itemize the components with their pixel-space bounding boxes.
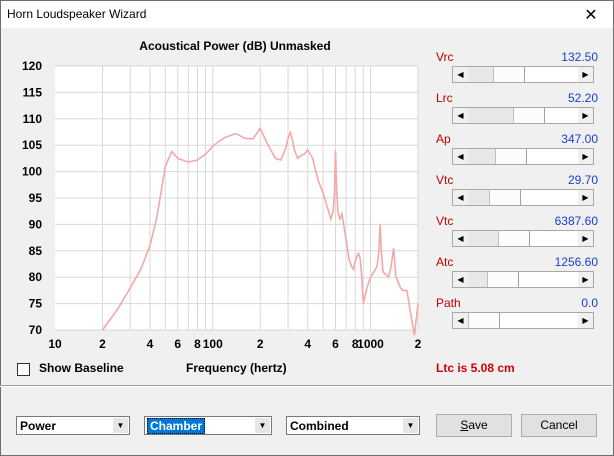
cancel-button[interactable]: Cancel: [521, 414, 597, 437]
slider-thumb[interactable]: [513, 108, 546, 123]
param-value: 52.20: [567, 91, 598, 105]
power-chart: 12011511010510095908580757010 2 4 6 8 100 2 4 6 8…: [22, 59, 422, 351]
slider-track[interactable]: [518, 272, 578, 287]
view-combo[interactable]: Combined ▼: [286, 416, 420, 435]
mode-combo-value: Power: [20, 419, 57, 433]
y-tick-label: 70: [29, 323, 43, 337]
y-tick-label: 80: [29, 270, 43, 284]
param-label: Lrc: [436, 91, 453, 105]
slider-track[interactable]: [521, 190, 578, 205]
close-icon[interactable]: ✕: [569, 1, 613, 28]
param-slider[interactable]: ◀ ▶: [452, 189, 594, 206]
param-value: 6387.60: [554, 214, 598, 228]
slider-thumb[interactable]: [486, 272, 519, 287]
show-baseline-checkbox[interactable]: [17, 363, 30, 376]
param-label: Vtc: [436, 173, 454, 187]
save-button[interactable]: Save: [436, 414, 512, 437]
param-label: Vtc: [436, 214, 454, 228]
param-value: 1256.60: [554, 255, 598, 269]
x-tick-label: 6: [332, 337, 339, 351]
scroll-left-icon[interactable]: ◀: [453, 190, 468, 205]
param-value: 347.00: [561, 132, 598, 146]
y-tick-label: 120: [22, 59, 42, 73]
title-bar: Horn Loudspeaker Wizard ✕: [1, 1, 613, 28]
slider-thumb[interactable]: [492, 67, 525, 82]
scroll-right-icon[interactable]: ▶: [578, 108, 593, 123]
y-tick-label: 115: [23, 85, 43, 99]
dropdown-arrow-icon[interactable]: ▼: [403, 418, 418, 433]
param-slider[interactable]: ◀ ▶: [452, 107, 594, 124]
param-label: Path: [436, 296, 461, 310]
slider-thumb[interactable]: [468, 313, 500, 328]
component-combo-value: Chamber: [147, 418, 206, 434]
scroll-left-icon[interactable]: ◀: [453, 231, 468, 246]
x-tick-label: 2: [257, 337, 264, 351]
param-slider[interactable]: ◀ ▶: [452, 230, 594, 247]
scroll-left-icon[interactable]: ◀: [453, 272, 468, 287]
scroll-right-icon[interactable]: ▶: [578, 190, 593, 205]
scroll-left-icon[interactable]: ◀: [453, 149, 468, 164]
param-label: Vrc: [436, 50, 454, 64]
slider-track[interactable]: [527, 149, 578, 164]
slider-track[interactable]: [500, 313, 578, 328]
param-label: Ap: [436, 132, 451, 146]
param-value: 0.0: [581, 296, 598, 310]
slider-track[interactable]: [529, 231, 578, 246]
x-tick-label: 4: [147, 337, 154, 351]
param-slider[interactable]: ◀ ▶: [452, 271, 594, 288]
scroll-left-icon[interactable]: ◀: [453, 313, 468, 328]
show-baseline-label[interactable]: Show Baseline: [39, 361, 124, 375]
param-slider[interactable]: ◀ ▶: [452, 66, 594, 83]
slider-track[interactable]: [545, 108, 578, 123]
x-tick-label: 8: [194, 337, 201, 351]
y-tick-label: 100: [22, 165, 42, 179]
scroll-right-icon[interactable]: ▶: [578, 313, 593, 328]
chart-title: Acoustical Power (dB) Unmasked: [139, 39, 331, 53]
param-value: 132.50: [561, 50, 598, 64]
param-label: Atc: [436, 255, 454, 269]
param-slider[interactable]: ◀ ▶: [452, 148, 594, 165]
window-title: Horn Loudspeaker Wizard: [7, 7, 147, 21]
y-tick-label: 75: [29, 297, 43, 311]
x-tick-label: 2: [99, 337, 106, 351]
y-tick-label: 85: [29, 244, 43, 258]
y-tick-label: 95: [29, 191, 43, 205]
scroll-left-icon[interactable]: ◀: [453, 67, 468, 82]
scroll-right-icon[interactable]: ▶: [578, 149, 593, 164]
slider-thumb[interactable]: [497, 231, 530, 246]
y-tick-label: 90: [29, 217, 43, 231]
x-tick-label: 4: [304, 337, 311, 351]
dropdown-arrow-icon[interactable]: ▼: [255, 418, 270, 433]
view-combo-value: Combined: [290, 419, 349, 433]
x-tick-label: 100: [203, 337, 223, 351]
param-slider[interactable]: ◀ ▶: [452, 312, 594, 329]
mode-combo[interactable]: Power ▼: [16, 416, 130, 435]
x-tick-label: 2: [415, 337, 422, 351]
y-tick-label: 105: [22, 138, 42, 152]
slider-thumb[interactable]: [489, 190, 522, 205]
x-tick-label: 10: [48, 337, 62, 351]
component-combo[interactable]: Chamber ▼: [144, 416, 272, 435]
scroll-right-icon[interactable]: ▶: [578, 272, 593, 287]
x-tick-label: 6: [174, 337, 181, 351]
x-tick-label: 1000: [357, 337, 384, 351]
param-value: 29.70: [567, 173, 598, 187]
dropdown-arrow-icon[interactable]: ▼: [113, 418, 128, 433]
separator: [0, 385, 612, 387]
slider-track[interactable]: [524, 67, 578, 82]
y-tick-label: 110: [23, 112, 43, 126]
x-axis-label: Frequency (hertz): [186, 361, 287, 375]
scroll-right-icon[interactable]: ▶: [578, 67, 593, 82]
scroll-right-icon[interactable]: ▶: [578, 231, 593, 246]
ltc-status: Ltc is 5.08 cm: [436, 361, 515, 375]
scroll-left-icon[interactable]: ◀: [453, 108, 468, 123]
slider-thumb[interactable]: [495, 149, 528, 164]
